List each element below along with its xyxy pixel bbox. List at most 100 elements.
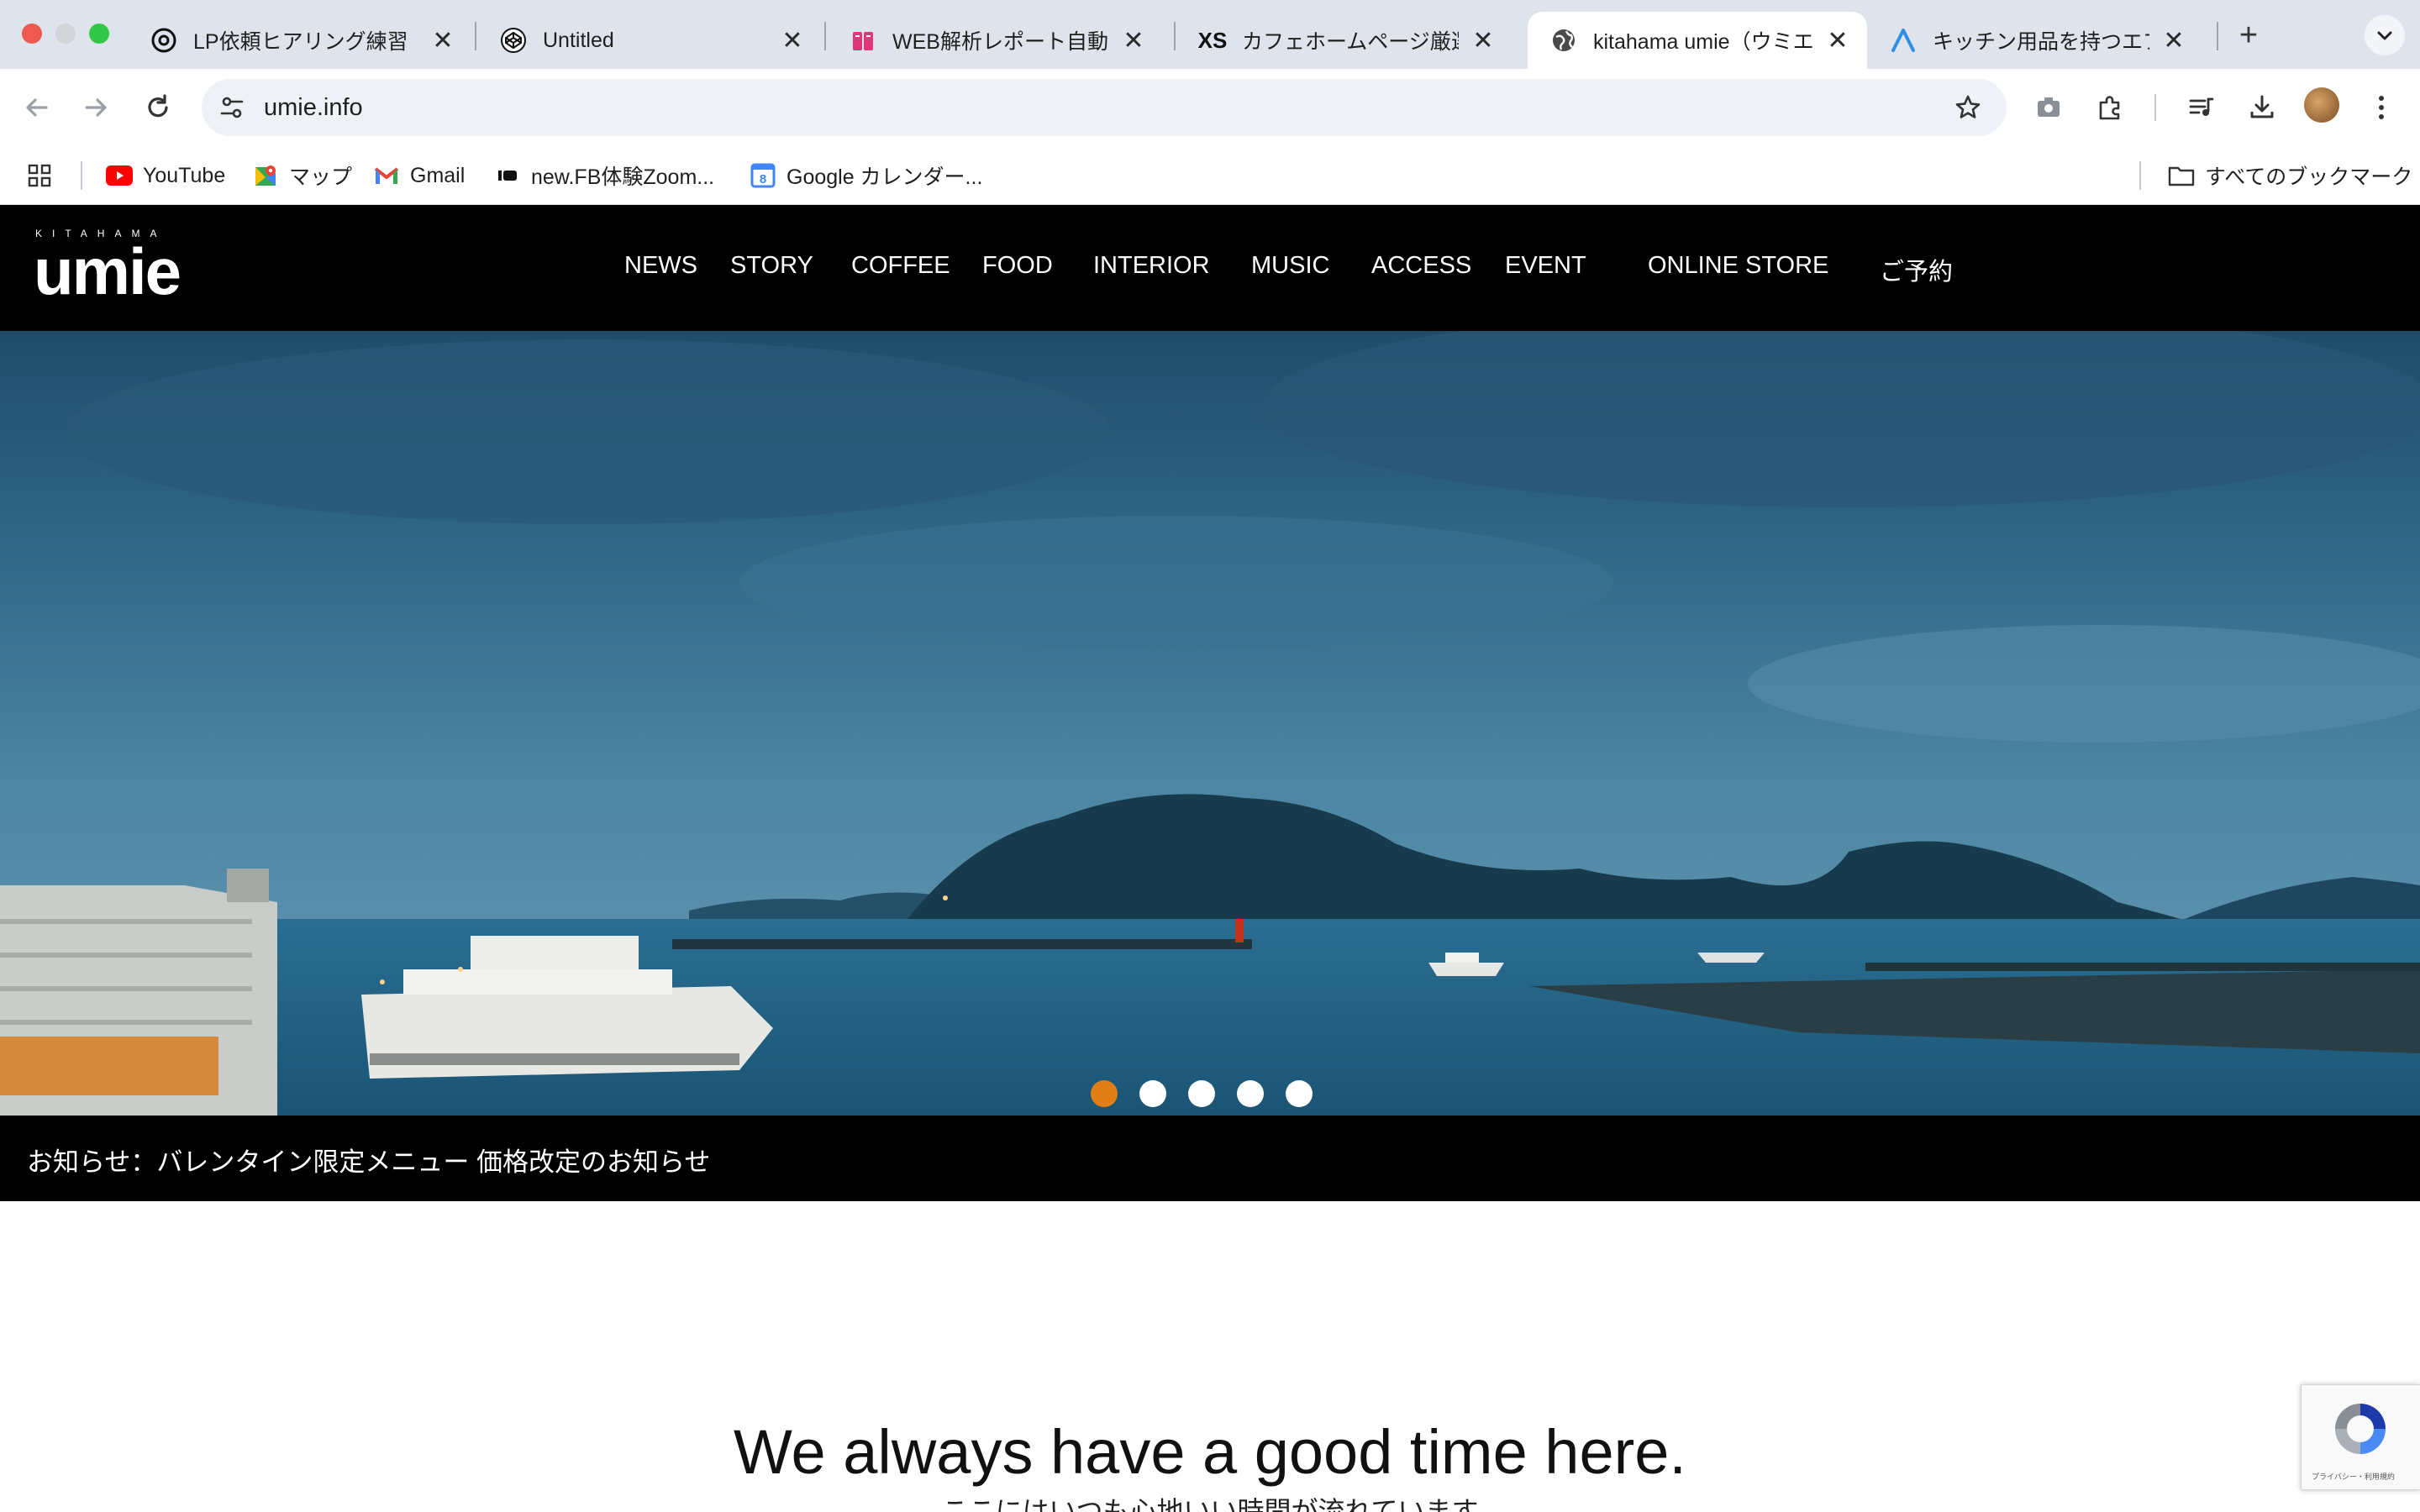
tab-search-button[interactable] xyxy=(2365,15,2405,55)
bookmarks-divider xyxy=(2139,161,2141,190)
codepen-icon xyxy=(499,26,528,55)
calendar-icon: 8 xyxy=(750,162,776,189)
tab-title: WEB解析レポート自動配信 xyxy=(892,30,1109,54)
tab-kitahama-umie[interactable]: kitahama umie（ウミエ） ✕ xyxy=(1528,12,1867,69)
star-icon[interactable] xyxy=(1953,92,1983,123)
queue-music-icon xyxy=(2189,97,2214,116)
bookmark-label: YouTube xyxy=(143,163,226,187)
nav-online-store[interactable]: ONLINE STORE xyxy=(1648,252,1828,280)
close-icon[interactable]: ✕ xyxy=(778,26,807,55)
nav-story[interactable]: STORY xyxy=(730,252,813,280)
bookmark-label: new.FB体験Zoom... xyxy=(531,165,715,189)
reload-button[interactable] xyxy=(138,87,178,128)
zoom-icon xyxy=(494,162,521,189)
tab-web-report[interactable]: WEB解析レポート自動配信 ✕ xyxy=(827,12,1163,69)
bookmark-maps[interactable]: マップ xyxy=(252,158,352,193)
nav-interior[interactable]: INTERIOR xyxy=(1093,252,1210,280)
apps-button[interactable] xyxy=(27,158,52,193)
browser-toolbar: umie.info xyxy=(0,69,2420,146)
maps-icon xyxy=(252,162,279,189)
close-icon[interactable]: ✕ xyxy=(2160,26,2188,55)
tab-lp-hearing[interactable]: LP依頼ヒアリング練習 ✕ xyxy=(128,12,472,69)
nav-food[interactable]: FOOD xyxy=(982,252,1053,280)
window-minimize-button[interactable] xyxy=(55,24,76,44)
close-icon[interactable]: ✕ xyxy=(1469,26,1497,55)
slider-dot-2[interactable] xyxy=(1139,1080,1166,1107)
chevron-down-icon xyxy=(2377,31,2392,40)
bookmarks-bar: YouTube マップ Gmail new.FB体験Zoom... 8 Goog… xyxy=(0,146,2420,205)
bookmark-label: Gmail xyxy=(410,163,466,187)
more-vert-icon xyxy=(2379,96,2384,119)
arc-icon xyxy=(1889,26,1918,55)
logo-umie-text: umie xyxy=(34,234,182,308)
screenshot-button[interactable] xyxy=(2028,87,2069,128)
nav-event[interactable]: EVENT xyxy=(1505,252,1586,280)
arrow-right-icon xyxy=(85,98,107,117)
download-icon xyxy=(2250,95,2274,118)
downloads-button[interactable] xyxy=(2242,87,2282,128)
tab-divider xyxy=(2217,22,2218,50)
bookmark-label: すべてのブックマーク xyxy=(2205,165,2413,189)
window-close-button[interactable] xyxy=(22,24,42,44)
openai-icon xyxy=(150,26,178,55)
hero-slider-image xyxy=(0,331,2420,1116)
tab-divider xyxy=(824,22,826,50)
site-header: KITAHAMA umie NEWS STORY COFFEE FOOD INT… xyxy=(0,205,2420,331)
tab-title: Untitled xyxy=(543,28,614,52)
nav-coffee[interactable]: COFFEE xyxy=(851,252,950,280)
slider-pagination xyxy=(1091,1080,1313,1109)
slider-dot-5[interactable] xyxy=(1286,1080,1313,1107)
recaptcha-privacy-link[interactable]: プライバシー・利用規約 xyxy=(2312,1471,2395,1482)
slider-dot-3[interactable] xyxy=(1188,1080,1215,1107)
youtube-icon xyxy=(106,162,133,189)
nav-music[interactable]: MUSIC xyxy=(1251,252,1329,280)
forward-button[interactable] xyxy=(76,87,116,128)
bookmark-google-calendar[interactable]: 8 Google カレンダー... xyxy=(750,158,982,193)
bookmark-youtube[interactable]: YouTube xyxy=(106,158,225,193)
tab-strip: LP依頼ヒアリング練習 ✕ Untitled ✕ WEB解析レポート自動配信 ✕… xyxy=(0,0,2420,69)
bookmark-label: マップ xyxy=(289,165,353,189)
close-icon[interactable]: ✕ xyxy=(429,26,457,55)
tab-divider xyxy=(1174,22,1176,50)
apps-grid-icon xyxy=(28,164,51,187)
news-ticker: お知らせ：バレンタイン限定メニュー 価格改定のお知らせ xyxy=(0,1116,2420,1201)
nav-news[interactable]: NEWS xyxy=(624,252,697,280)
recaptcha-badge[interactable]: プライバシー・利用規約 xyxy=(2301,1384,2420,1490)
tab-untitled[interactable]: Untitled ✕ xyxy=(477,12,822,69)
tab-title: kitahama umie（ウミエ） xyxy=(1593,30,1813,54)
svg-text:8: 8 xyxy=(760,172,766,186)
nav-reservation[interactable]: ご予約 xyxy=(1880,252,1953,287)
slider-dot-4[interactable] xyxy=(1237,1080,1264,1107)
folder-icon xyxy=(2168,162,2195,189)
globe-icon xyxy=(1549,26,1578,55)
toolbar-divider xyxy=(2154,94,2156,121)
site-settings-icon[interactable] xyxy=(217,92,247,123)
bookmarks-divider xyxy=(81,161,82,190)
new-tab-button[interactable]: + xyxy=(2230,17,2267,54)
bookmark-fb-zoom[interactable]: new.FB体験Zoom... xyxy=(494,158,714,193)
tagline-heading: We always have a good time here. xyxy=(734,1417,1686,1487)
window-maximize-button[interactable] xyxy=(89,24,109,44)
bookmark-gmail[interactable]: Gmail xyxy=(373,158,465,193)
url-text[interactable]: umie.info xyxy=(264,94,363,122)
address-bar[interactable]: umie.info xyxy=(202,79,2007,136)
puzzle-icon xyxy=(2099,96,2120,120)
tab-kitchen-apron[interactable]: キッチン用品を持つエプロ ✕ xyxy=(1867,12,2203,69)
tagline-subheading: ここにはいつも心地いい時間が流れています xyxy=(941,1496,1479,1512)
arrow-left-icon xyxy=(26,98,48,117)
news-link[interactable]: お知らせ：バレンタイン限定メニュー 価格改定のお知らせ xyxy=(27,1141,710,1179)
profile-avatar[interactable] xyxy=(2304,87,2339,123)
slider-dot-1[interactable] xyxy=(1091,1080,1118,1107)
chrome-menu-button[interactable] xyxy=(2361,87,2402,128)
media-controls-button[interactable] xyxy=(2181,87,2222,128)
camera-icon xyxy=(2038,97,2060,117)
all-bookmarks-button[interactable]: すべてのブックマーク xyxy=(2168,158,2412,193)
back-button[interactable] xyxy=(17,87,57,128)
tab-cafe-homepage[interactable]: XS カフェホームページ厳選10 ✕ xyxy=(1176,12,1512,69)
nav-access[interactable]: ACCESS xyxy=(1371,252,1471,280)
close-icon[interactable]: ✕ xyxy=(1823,26,1852,55)
recaptcha-icon xyxy=(2330,1399,2391,1463)
book-icon xyxy=(849,26,877,55)
extensions-button[interactable] xyxy=(2091,87,2131,128)
close-icon[interactable]: ✕ xyxy=(1119,26,1148,55)
